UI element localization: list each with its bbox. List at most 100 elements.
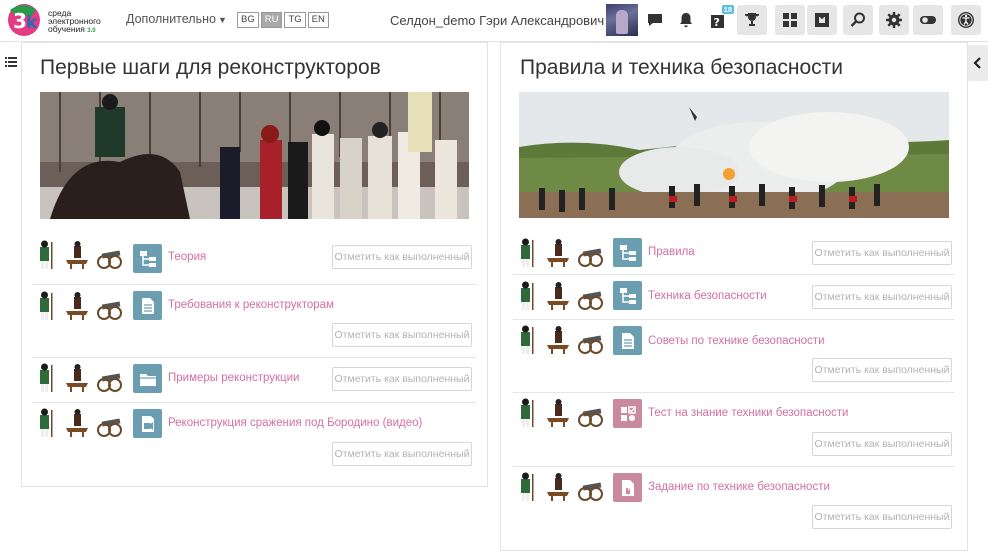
- activity-item: Правила Отметить как выполненный: [513, 236, 955, 275]
- activity-item: Примеры реконструкции Отметить как выпол…: [32, 358, 476, 403]
- gear-icon: [886, 12, 902, 28]
- accessibility-button[interactable]: [951, 5, 981, 35]
- reenactor-figures: [513, 325, 609, 355]
- chat-icon: [648, 14, 662, 26]
- svg-text:3: 3: [13, 9, 27, 33]
- activity-item: Реконструкция сражения под Бородино (вид…: [32, 403, 476, 473]
- cannon-icon: [577, 281, 603, 311]
- section-first-steps: Первые шаги для реконструкторов Теория О…: [21, 42, 488, 487]
- hierarchy-icon: [613, 281, 642, 310]
- mark-complete-button[interactable]: Отметить как выполненный: [332, 367, 472, 391]
- achievements-button[interactable]: [737, 5, 767, 35]
- activity-item: Техника безопасности Отметить как выполн…: [513, 275, 955, 320]
- more-dropdown[interactable]: Дополнительно ▼: [126, 12, 227, 26]
- activity-link-theory[interactable]: Теория: [168, 251, 206, 263]
- cannon-icon: [577, 238, 603, 268]
- settings-button[interactable]: [879, 5, 909, 35]
- bell-icon: [680, 13, 692, 28]
- chevron-down-icon: ▼: [217, 15, 227, 25]
- accessibility-icon: [958, 12, 974, 28]
- folder-icon: [133, 364, 162, 393]
- mark-complete-button[interactable]: Отметить как выполненный: [812, 285, 952, 309]
- list-icon: [5, 57, 17, 67]
- document-icon: [613, 326, 642, 355]
- notifications-button[interactable]: [671, 5, 701, 35]
- svg-text:?: ?: [714, 16, 720, 29]
- block-drawer-toggle[interactable]: [966, 45, 988, 81]
- chevron-left-icon: [973, 57, 981, 69]
- cavalry-rider-icon: [545, 281, 571, 311]
- mark-complete-button[interactable]: Отметить как выполненный: [812, 241, 952, 265]
- mark-complete-button[interactable]: Отметить как выполненный: [332, 323, 472, 347]
- reenactor-figures: [513, 238, 609, 268]
- cavalry-rider-icon: [545, 238, 571, 268]
- activity-item: Советы по технике безопасности Отметить …: [513, 320, 955, 393]
- mark-complete-button[interactable]: Отметить как выполненный: [332, 245, 472, 269]
- cavalry-rider-icon: [64, 240, 90, 270]
- activity-link-examples[interactable]: Примеры реконструкции: [168, 372, 299, 384]
- activity-item: Требования к реконструкторам Отметить ка…: [32, 285, 476, 358]
- assignment-icon: [613, 473, 642, 502]
- mark-complete-button[interactable]: Отметить как выполненный: [812, 505, 952, 529]
- search-icon: [850, 12, 865, 27]
- reenactor-figures: [32, 363, 128, 393]
- lang-ru[interactable]: RU: [260, 12, 283, 28]
- user-name[interactable]: Селдон_demo Гэри Александрович: [390, 13, 604, 28]
- infantry-soldier-icon: [513, 238, 539, 268]
- activity-item: Тест на знание техники безопасности Отме…: [513, 393, 955, 467]
- mark-complete-button[interactable]: Отметить как выполненный: [332, 442, 472, 466]
- puzzle-icon: [815, 13, 829, 27]
- infantry-soldier-icon: [32, 363, 58, 393]
- dashboard-button[interactable]: [775, 5, 805, 35]
- help-button[interactable]: ? 18: [704, 5, 734, 35]
- reenactor-figures: [513, 281, 609, 311]
- language-switcher: BG RU TG EN: [237, 12, 331, 28]
- avatar[interactable]: [606, 4, 638, 36]
- grid-icon: [783, 13, 797, 27]
- mark-complete-button[interactable]: Отметить как выполненный: [812, 432, 952, 456]
- cavalry-rider-icon: [64, 363, 90, 393]
- logo-text: среда электронного обучения 3.0: [48, 8, 101, 34]
- infantry-soldier-icon: [513, 398, 539, 428]
- activity-link-requirements[interactable]: Требования к реконструкторам: [168, 299, 334, 311]
- activity-item: Задание по технике безопасности Отметить…: [513, 467, 955, 537]
- reenactor-figures: [32, 291, 128, 321]
- infantry-soldier-icon: [32, 408, 58, 438]
- document-icon: [133, 291, 162, 320]
- activity-link-borodino-video[interactable]: Реконструкция сражения под Бородино (вид…: [168, 417, 422, 429]
- theme-toggle-button[interactable]: [913, 5, 943, 35]
- more-dropdown-label: Дополнительно: [126, 12, 216, 26]
- activity-link-safety-tips[interactable]: Советы по технике безопасности: [648, 335, 825, 347]
- search-button[interactable]: [843, 5, 873, 35]
- cavalry-rider-icon: [545, 398, 571, 428]
- section-banner-image: [40, 92, 469, 219]
- section-title: Правила и техника безопасности: [520, 56, 844, 79]
- reenactor-figures: [32, 240, 128, 270]
- activity-link-safety-technique[interactable]: Техника безопасности: [648, 290, 767, 302]
- infantry-soldier-icon: [32, 240, 58, 270]
- site-logo[interactable]: 3 k среда электронного обучения 3.0: [6, 2, 116, 38]
- activity-link-rules[interactable]: Правила: [648, 246, 695, 258]
- infantry-soldier-icon: [32, 291, 58, 321]
- section-title: Первые шаги для реконструкторов: [40, 56, 381, 79]
- plugins-button[interactable]: [807, 5, 837, 35]
- reenactor-figures: [513, 472, 609, 502]
- activity-link-safety-assignment[interactable]: Задание по технике безопасности: [648, 481, 830, 493]
- cannon-icon: [577, 325, 603, 355]
- infantry-soldier-icon: [513, 472, 539, 502]
- activity-link-safety-quiz[interactable]: Тест на знание техники безопасности: [648, 407, 848, 419]
- video-page-icon: [133, 409, 162, 438]
- lang-en[interactable]: EN: [307, 12, 329, 28]
- hierarchy-icon: [613, 238, 642, 267]
- activity-item: Теория Отметить как выполненный: [32, 240, 476, 285]
- messages-button[interactable]: [640, 5, 670, 35]
- mark-complete-button[interactable]: Отметить как выполненный: [812, 358, 952, 382]
- cavalry-rider-icon: [64, 291, 90, 321]
- cavalry-rider-icon: [545, 472, 571, 502]
- lang-bg[interactable]: BG: [237, 12, 259, 28]
- lang-tg[interactable]: TG: [284, 12, 306, 28]
- top-navbar: 3 k среда электронного обучения 3.0 Допо…: [0, 0, 988, 42]
- course-index-toggle[interactable]: [0, 50, 22, 74]
- reenactor-figures: [513, 398, 609, 428]
- hierarchy-icon: [133, 244, 162, 273]
